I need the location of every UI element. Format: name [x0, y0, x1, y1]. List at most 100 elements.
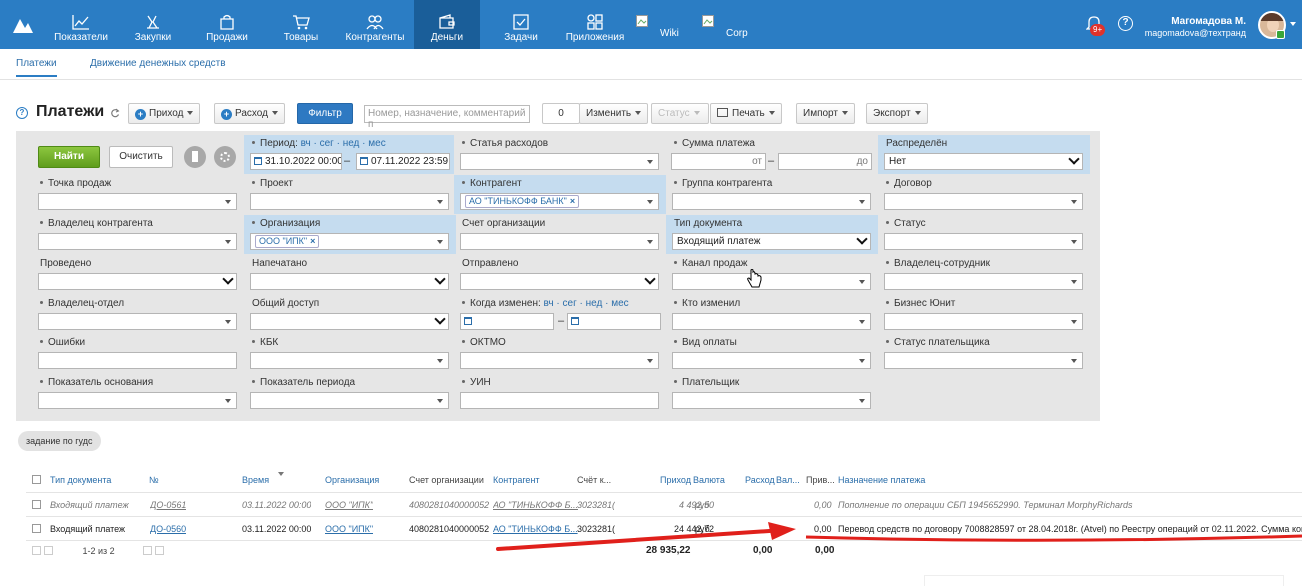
cell-organization-link[interactable]: ООО "ИПК"	[325, 524, 373, 534]
nav-item-goods[interactable]: Товары	[270, 0, 332, 49]
find-button[interactable]: Найти	[38, 146, 100, 168]
col-header-expense[interactable]: Расход	[745, 475, 775, 485]
nav-item-contractors[interactable]: Контрагенты	[340, 0, 410, 49]
help-icon[interactable]: ?	[16, 107, 28, 119]
changed-to-input[interactable]	[567, 313, 661, 330]
col-header-number[interactable]: №	[149, 475, 159, 485]
amount-from-input[interactable]: от	[671, 153, 766, 170]
posted-select[interactable]	[38, 273, 237, 290]
search-input[interactable]: Номер, назначение, комментарий п	[364, 105, 530, 130]
export-button[interactable]: Экспорт	[866, 103, 928, 124]
payment-kind-select[interactable]	[672, 352, 871, 369]
first-page-icon[interactable]	[32, 546, 41, 555]
owner-select[interactable]	[38, 233, 237, 250]
chevron-down-icon[interactable]	[1290, 22, 1296, 26]
change-button[interactable]: Изменить	[579, 103, 649, 124]
period-quick-links[interactable]: вч · сег · нед · мес	[301, 138, 386, 149]
status-select[interactable]	[884, 233, 1083, 250]
user-name[interactable]: Магомадова М.	[1150, 16, 1246, 27]
nav-item-purchases[interactable]: Закупки	[122, 0, 184, 49]
table-row[interactable]: Входящий платеж ДО-0560 03.11.2022 00:00…	[26, 516, 1302, 540]
distributed-select[interactable]: Нет	[884, 153, 1083, 170]
contractor-select[interactable]: АО "ТИНЬКОФФ БАНК" ×	[460, 193, 659, 210]
owner-employee-select[interactable]	[884, 273, 1083, 290]
close-icon[interactable]: ×	[310, 236, 315, 246]
tab-cash-flow[interactable]: Движение денежных средств	[90, 58, 226, 69]
period-to-input[interactable]: 07.11.2022 23:59	[356, 153, 450, 170]
nav-item-tasks[interactable]: Задачи	[490, 0, 552, 49]
app-logo-icon[interactable]	[12, 16, 34, 34]
nav-item-money[interactable]: Деньги	[414, 0, 480, 49]
amount-to-input[interactable]: до	[778, 153, 872, 170]
col-header-contractor-account[interactable]: Счёт к...	[577, 475, 611, 485]
import-button[interactable]: Импорт	[796, 103, 855, 124]
row-checkbox[interactable]	[32, 500, 41, 509]
business-unit-select[interactable]	[884, 313, 1083, 330]
status-button[interactable]: Статус	[651, 103, 709, 124]
help-icon[interactable]: ?	[1118, 16, 1133, 31]
expense-item-select[interactable]	[460, 153, 659, 170]
owner-dept-select[interactable]	[38, 313, 237, 330]
col-header-time[interactable]: Время	[242, 475, 269, 485]
errors-input[interactable]	[38, 352, 237, 369]
changed-from-input[interactable]	[460, 313, 554, 330]
contract-select[interactable]	[884, 193, 1083, 210]
select-all-checkbox[interactable]	[32, 475, 41, 484]
cell-contractor-link[interactable]: АО "ТИНЬКОФФ Б...	[493, 524, 578, 534]
col-header-priv[interactable]: Прив...	[806, 475, 835, 485]
cell-number-link[interactable]: ДО-0560	[150, 524, 186, 534]
shared-select[interactable]	[250, 313, 449, 330]
tab-payments[interactable]: Платежи	[16, 58, 57, 77]
point-of-sale-select[interactable]	[38, 193, 237, 210]
nav-item-apps[interactable]: Приложения	[564, 0, 626, 49]
last-page-icon[interactable]	[155, 546, 165, 555]
nav-item-indicators[interactable]: Показатели	[46, 0, 116, 49]
period-indicator-select[interactable]	[250, 392, 449, 409]
refresh-icon[interactable]	[110, 108, 120, 118]
cell-organization-link[interactable]: ООО "ИПК"	[325, 500, 373, 510]
col-header-expense-currency[interactable]: Вал...	[776, 475, 800, 485]
col-header-type[interactable]: Тип документа	[50, 475, 111, 485]
expense-button[interactable]: + Расход	[214, 103, 285, 124]
payer-status-select[interactable]	[884, 352, 1083, 369]
changed-by-select[interactable]	[672, 313, 871, 330]
basis-indicator-select[interactable]	[38, 392, 237, 409]
col-header-income[interactable]: Приход	[660, 475, 691, 485]
nav-item-sales[interactable]: Продажи	[196, 0, 258, 49]
gear-icon[interactable]	[214, 146, 236, 168]
period-from-input[interactable]: 31.10.2022 00:00	[250, 153, 342, 170]
row-checkbox[interactable]	[32, 524, 41, 533]
col-header-currency[interactable]: Валюта	[693, 475, 725, 485]
period-quick-links[interactable]: вч · сег · нед · мес	[544, 298, 629, 309]
table-row[interactable]: Входящий платеж ДО-0561 03.11.2022 00:00…	[26, 492, 1302, 516]
printed-select[interactable]	[250, 273, 449, 290]
organization-select[interactable]: ООО "ИПК" ×	[250, 233, 449, 250]
col-header-organization[interactable]: Организация	[325, 475, 379, 485]
filter-button[interactable]: Фильтр	[297, 103, 353, 124]
col-header-org-account[interactable]: Счет организации	[409, 475, 484, 485]
next-page-icon[interactable]	[143, 546, 153, 555]
saved-filter-chip[interactable]: задание по гудс	[18, 431, 101, 451]
org-account-select[interactable]	[460, 233, 659, 250]
contractor-group-select[interactable]	[672, 193, 871, 210]
col-header-contractor[interactable]: Контрагент	[493, 475, 540, 485]
kbk-select[interactable]	[250, 352, 449, 369]
nav-item-wiki[interactable]: Wiki	[634, 0, 684, 49]
payer-select[interactable]	[672, 392, 871, 409]
clear-button[interactable]: Очистить	[109, 146, 173, 168]
doc-type-select[interactable]: Входящий платеж	[672, 233, 871, 250]
oktmo-select[interactable]	[460, 352, 659, 369]
sent-select[interactable]	[460, 273, 659, 290]
close-icon[interactable]: ×	[570, 196, 575, 206]
nav-item-corp[interactable]: Corp	[700, 0, 750, 49]
income-button[interactable]: + Приход	[128, 103, 201, 124]
uin-input[interactable]	[460, 392, 659, 409]
bookmark-icon[interactable]	[184, 146, 206, 168]
col-header-purpose[interactable]: Назначение платежа	[838, 475, 925, 485]
prev-page-icon[interactable]	[44, 546, 53, 555]
cell-number-link[interactable]: ДО-0561	[150, 500, 186, 510]
sales-channel-select[interactable]	[672, 273, 871, 290]
project-select[interactable]	[250, 193, 449, 210]
cell-contractor-link[interactable]: АО "ТИНЬКОФФ Б...	[493, 500, 578, 510]
print-button[interactable]: Печать	[710, 103, 782, 124]
